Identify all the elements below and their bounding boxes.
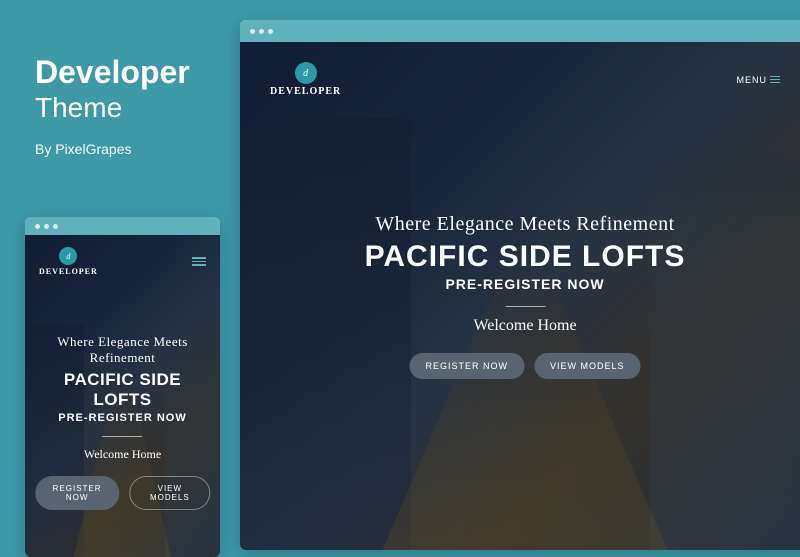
divider — [103, 436, 143, 437]
hero-button-row: REGISTER NOW VIEW MODELS — [269, 353, 782, 379]
window-dot — [250, 29, 255, 34]
window-dot — [35, 224, 40, 229]
logo-icon: d — [295, 62, 317, 84]
promo-subtitle: Theme — [35, 90, 190, 126]
site-logo[interactable]: d DEVELOPER — [39, 247, 98, 276]
hamburger-icon[interactable] — [192, 257, 206, 266]
site-topbar: d DEVELOPER MENU — [240, 42, 800, 97]
hero-content: Where Elegance Meets Refinement PACIFIC … — [35, 334, 211, 510]
menu-label: MENU — [737, 75, 768, 85]
hamburger-icon — [770, 76, 780, 83]
logo-icon: d — [59, 247, 77, 265]
hero-title: PACIFIC SIDE LOFTS — [269, 240, 782, 274]
view-models-button[interactable]: VIEW MODELS — [534, 353, 641, 379]
browser-chrome — [240, 20, 800, 42]
menu-button[interactable]: MENU — [737, 75, 781, 85]
site-logo[interactable]: d DEVELOPER — [270, 62, 341, 97]
hero-title: PACIFIC SIDE LOFTS — [35, 370, 211, 410]
site-topbar: d DEVELOPER — [25, 235, 220, 276]
register-button[interactable]: REGISTER NOW — [409, 353, 524, 379]
browser-chrome — [25, 217, 220, 235]
hero-welcome: Welcome Home — [35, 447, 211, 462]
window-dot — [44, 224, 49, 229]
promo-title: Developer — [35, 55, 190, 90]
promo-byline: By PixelGrapes — [35, 141, 190, 157]
divider — [505, 306, 545, 307]
desktop-preview-frame: d DEVELOPER MENU Where Elegance Meets Re… — [240, 20, 800, 550]
hero-button-row: REGISTER NOW VIEW MODELS — [35, 476, 211, 510]
register-button[interactable]: REGISTER NOW — [35, 476, 120, 510]
promo-heading: Developer Theme By PixelGrapes — [35, 55, 190, 157]
desktop-hero: d DEVELOPER MENU Where Elegance Meets Re… — [240, 42, 800, 550]
hero-content: Where Elegance Meets Refinement PACIFIC … — [269, 213, 782, 379]
hero-welcome: Welcome Home — [269, 317, 782, 335]
hero-subtitle: PRE-REGISTER NOW — [269, 276, 782, 292]
logo-text: DEVELOPER — [270, 86, 341, 97]
hero-subtitle: PRE-REGISTER NOW — [35, 412, 211, 424]
window-dot — [53, 224, 58, 229]
mobile-preview-frame: d DEVELOPER Where Elegance Meets Refinem… — [25, 217, 220, 557]
window-dot — [268, 29, 273, 34]
view-models-button[interactable]: VIEW MODELS — [129, 476, 210, 510]
logo-text: DEVELOPER — [39, 267, 98, 276]
hero-tagline: Where Elegance Meets Refinement — [269, 213, 782, 236]
hero-tagline: Where Elegance Meets Refinement — [35, 334, 211, 366]
mobile-hero: d DEVELOPER Where Elegance Meets Refinem… — [25, 235, 220, 557]
window-dot — [259, 29, 264, 34]
